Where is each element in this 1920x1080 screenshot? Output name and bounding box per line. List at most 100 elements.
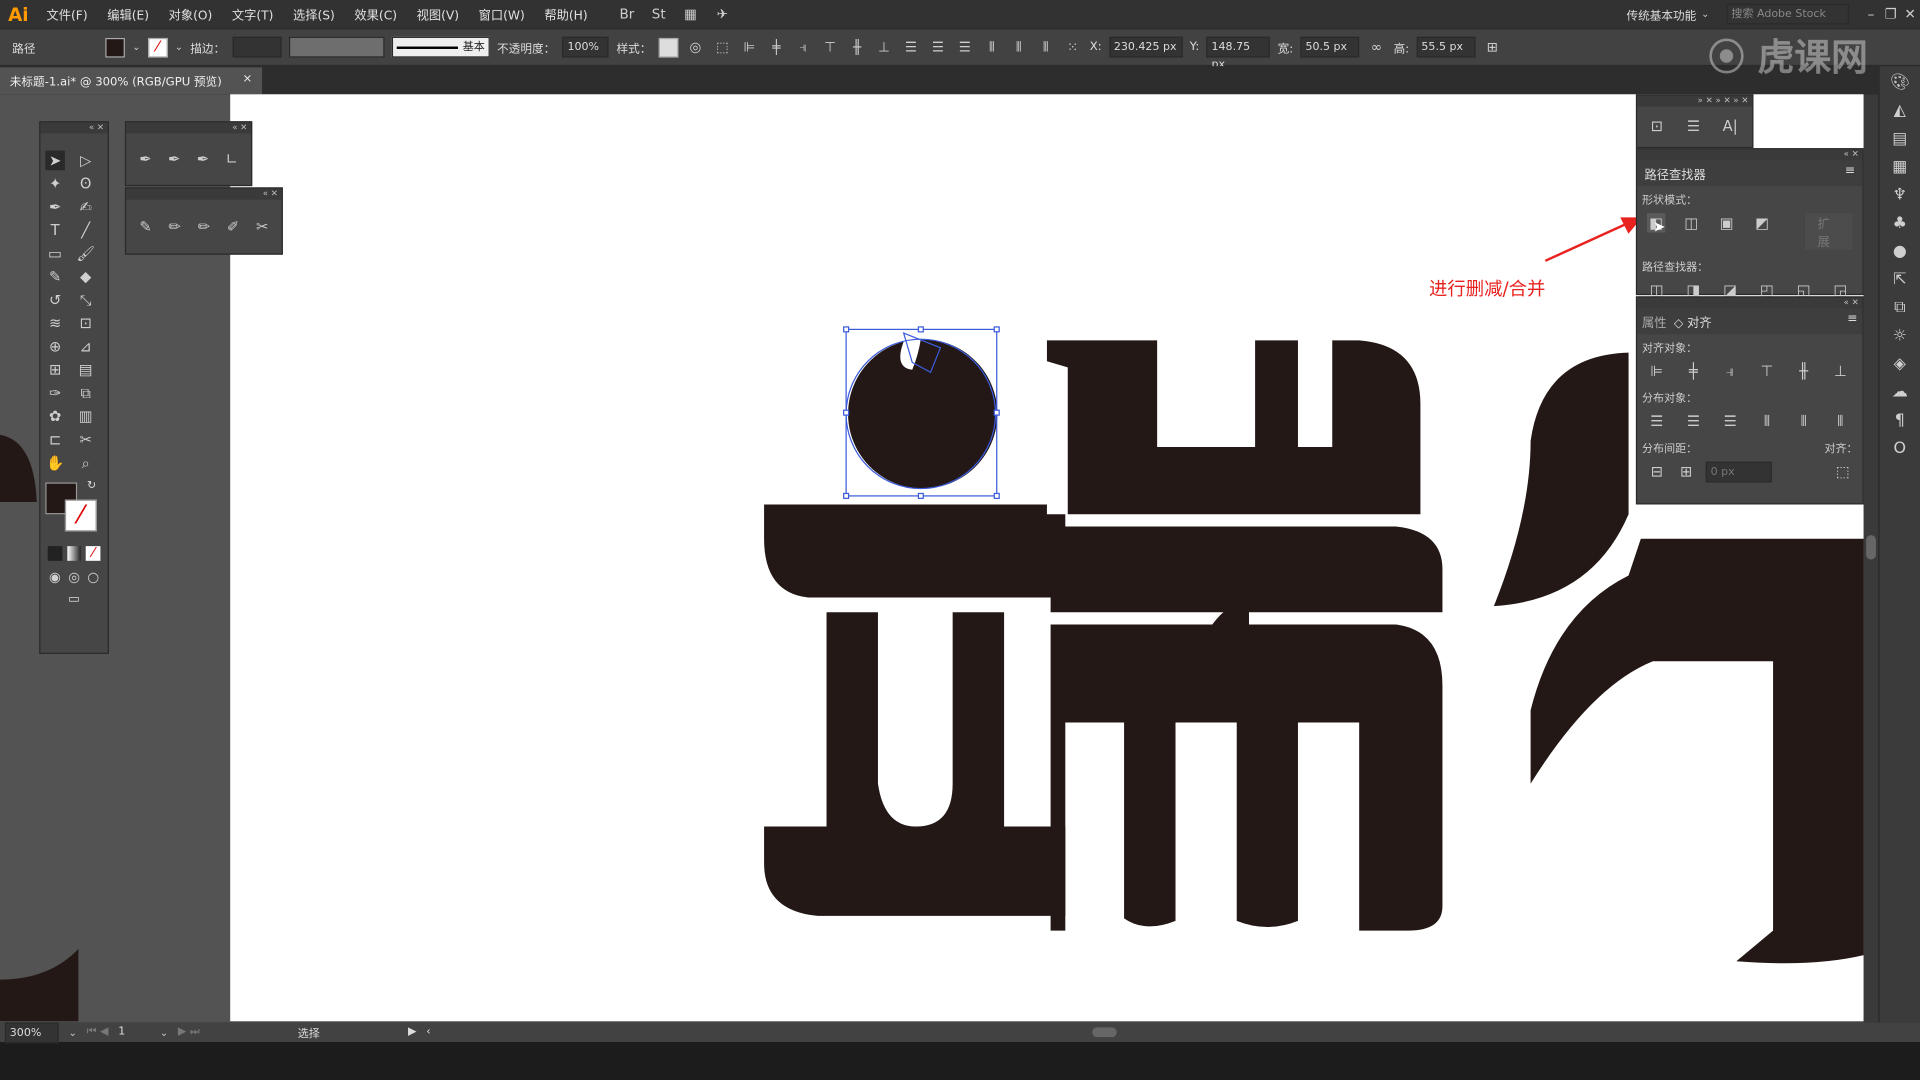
slice-tool-icon[interactable]: ✂ — [76, 430, 96, 450]
gradient-tool-icon[interactable]: ▤ — [76, 360, 96, 380]
transform-panel-icon[interactable]: ⊡ — [1647, 116, 1667, 136]
horizontal-scrollbar-thumb[interactable] — [1091, 1027, 1117, 1038]
align-top-icon[interactable]: ⊤ — [1757, 361, 1777, 381]
artboards-icon[interactable]: ⧉ — [1890, 299, 1910, 319]
magic-wand-tool-icon[interactable]: ✦ — [45, 174, 65, 194]
layers-icon[interactable]: ◈ — [1890, 355, 1910, 375]
perspective-tool-icon[interactable]: ⊿ — [76, 337, 96, 357]
mesh-tool-icon[interactable]: ⊞ — [45, 360, 65, 380]
shaper-tool-icon[interactable]: ✎ — [45, 267, 65, 287]
appearance-icon[interactable]: ☼ — [1890, 327, 1910, 347]
rotate-tool-icon[interactable]: ↺ — [45, 290, 65, 310]
path-eraser-icon[interactable]: ✐ — [223, 217, 242, 237]
gradient-icon[interactable] — [66, 546, 82, 561]
smooth-icon[interactable]: ✏ — [194, 217, 213, 237]
panel-header[interactable]: « ✕ — [1637, 149, 1863, 161]
draw-behind-icon[interactable]: ◎ — [67, 568, 81, 588]
eraser-tool-icon[interactable]: ◆ — [76, 267, 96, 287]
align-hcenter-icon[interactable]: ╪ — [1684, 361, 1704, 381]
swatches-icon[interactable]: ▦ — [1890, 158, 1910, 178]
intersect-icon[interactable]: ▣ — [1718, 213, 1736, 233]
distribute-hcenter-icon[interactable]: ⦀ — [1794, 411, 1814, 431]
align-vcenter-icon[interactable]: ╫ — [1794, 361, 1814, 381]
symbol-sprayer-tool-icon[interactable]: ✿ — [45, 407, 65, 427]
artboard-number[interactable]: 1 — [118, 1026, 160, 1038]
distribute-right-icon[interactable]: ⦀ — [1831, 411, 1851, 431]
line-tool-icon[interactable]: ╱ — [76, 220, 96, 240]
panel-header[interactable]: « ✕ — [1637, 297, 1863, 309]
direct-selection-tool-icon[interactable]: ▷ — [76, 151, 96, 171]
color-icon[interactable]: ◭ — [1890, 102, 1910, 122]
pencil-icon[interactable]: ✏ — [165, 217, 184, 237]
delete-anchor-icon[interactable]: ✒ — [193, 149, 212, 169]
panel-menu-icon[interactable]: ≡ — [1845, 164, 1855, 182]
swap-colors-icon[interactable]: ↻ — [87, 480, 96, 492]
color-guide-icon[interactable]: 🎨︎ — [1890, 73, 1910, 93]
align-to-selection-icon[interactable]: ⬚ — [1833, 462, 1853, 482]
scale-tool-icon[interactable]: ⤡ — [76, 290, 96, 310]
color-icon[interactable] — [47, 546, 63, 561]
vertical-distribute-space-icon[interactable]: ⊟ — [1647, 462, 1667, 482]
add-anchor-icon[interactable]: ✒ — [165, 149, 184, 169]
gradient-panel-icon[interactable]: ▤ — [1890, 130, 1910, 150]
anchor-point-icon[interactable]: ∟ — [222, 149, 241, 169]
align-left-icon[interactable]: ⊫ — [1647, 361, 1667, 381]
distribute-left-icon[interactable]: ⦀ — [1757, 411, 1777, 431]
paintbrush-tool-icon[interactable]: 🖌︎ — [76, 244, 96, 264]
panel-header[interactable]: « ✕ — [40, 122, 108, 134]
vertical-scrollbar[interactable] — [1863, 94, 1879, 1023]
type-tool-icon[interactable]: T — [45, 220, 65, 240]
scroll-left-icon[interactable]: ‹ — [426, 1026, 430, 1038]
screen-mode-icon[interactable]: ▭ — [40, 593, 107, 606]
pen-icon[interactable]: ✒ — [136, 149, 155, 169]
align-bottom-icon[interactable]: ⊥ — [1831, 361, 1851, 381]
minus-front-icon[interactable]: ◫ — [1682, 213, 1700, 233]
scrollbar-thumb[interactable] — [1866, 535, 1876, 560]
column-graph-tool-icon[interactable]: ▥ — [76, 407, 96, 427]
character-panel-icon[interactable]: A| — [1720, 116, 1740, 136]
shaper-icon[interactable]: ✎ — [136, 217, 155, 237]
align-right-icon[interactable]: ⫣ — [1720, 361, 1740, 381]
exclude-icon[interactable]: ◩ — [1753, 213, 1771, 233]
distribute-bottom-icon[interactable]: ☰ — [1720, 411, 1740, 431]
draw-normal-icon[interactable]: ◉ — [48, 568, 62, 588]
blend-tool-icon[interactable]: ⧉ — [76, 383, 96, 403]
brushes-icon[interactable]: ♆ — [1890, 186, 1910, 206]
panel-header[interactable]: » ✕ » ✕ » ✕ — [1637, 95, 1753, 107]
export-icon[interactable]: ⇱ — [1890, 271, 1910, 291]
artboard-tool-icon[interactable]: ⊏ — [45, 430, 65, 450]
panel-menu-icon[interactable]: ≡ — [1847, 312, 1857, 330]
panel-header[interactable]: « ✕ — [126, 188, 282, 200]
chevron-down-icon[interactable]: ⌄ — [160, 1027, 168, 1038]
graphic-styles-icon[interactable]: ● — [1890, 242, 1910, 262]
lasso-tool-icon[interactable]: ʘ — [76, 174, 96, 194]
stroke-color[interactable]: ⁄ — [64, 499, 97, 532]
tab-properties[interactable]: 属性 — [1642, 312, 1666, 330]
join-icon[interactable]: ✂ — [252, 217, 271, 237]
next-artboard-icon[interactable]: ▶ ⏭ — [178, 1026, 200, 1038]
free-transform-tool-icon[interactable]: ⊡ — [76, 313, 96, 333]
draw-inside-icon[interactable]: ○ — [86, 568, 100, 588]
pen-tool-icon[interactable]: ✒ — [45, 197, 65, 217]
zoom-tool-icon[interactable]: ⌕ — [76, 453, 96, 473]
expand-button[interactable]: 扩展 — [1805, 213, 1853, 250]
tab-align[interactable]: ◇ 对齐 — [1674, 312, 1712, 330]
previous-artboard-icon[interactable]: ⏮ ◀ — [87, 1026, 109, 1038]
panel-header[interactable]: « ✕ — [126, 122, 252, 134]
hand-tool-icon[interactable]: ✋ — [45, 453, 65, 473]
libraries-icon[interactable]: ☁ — [1890, 383, 1910, 403]
distribute-top-icon[interactable]: ☰ — [1647, 411, 1667, 431]
status-menu-icon[interactable]: ▶ — [408, 1026, 416, 1038]
warp-tool-icon[interactable]: ≋ — [45, 313, 65, 333]
shape-builder-tool-icon[interactable]: ⊕ — [45, 337, 65, 357]
zoom-level[interactable]: 300% — [4, 1021, 59, 1043]
spacing-input[interactable]: 0 px — [1705, 461, 1772, 483]
rectangle-tool-icon[interactable]: ▭ — [45, 244, 65, 264]
paragraph-panel-icon[interactable]: ☰ — [1684, 116, 1704, 136]
opentype-icon[interactable]: O — [1890, 440, 1910, 460]
horizontal-distribute-space-icon[interactable]: ⊞ — [1676, 462, 1696, 482]
curvature-tool-icon[interactable]: ✍ — [76, 197, 96, 217]
none-icon[interactable]: ⁄ — [86, 546, 101, 561]
symbols-icon[interactable]: ♣ — [1890, 214, 1910, 234]
distribute-vcenter-icon[interactable]: ☰ — [1684, 411, 1704, 431]
